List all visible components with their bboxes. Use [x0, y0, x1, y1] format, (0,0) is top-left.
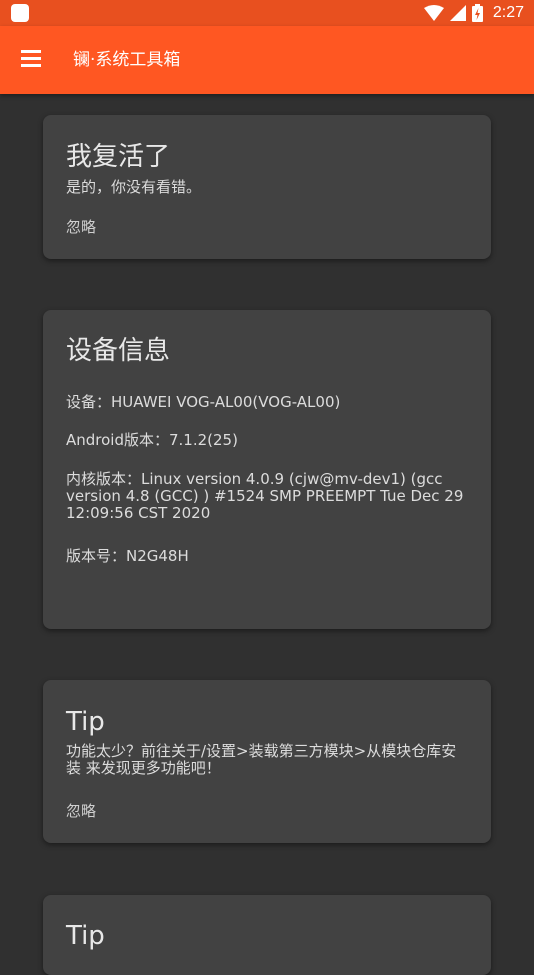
device-info-card: 设备信息 设备：HUAWEI VOG-AL00(VOG-AL00) Androi…: [43, 310, 491, 629]
build-number: 版本号：N2G48H: [66, 547, 189, 565]
revived-card: 我复活了 是的，你没有看错。 忽略: [43, 115, 491, 259]
app-title: 镧·系统工具箱: [73, 50, 181, 70]
device-model: 设备：HUAWEI VOG-AL00(VOG-AL00): [66, 393, 341, 411]
tip-card: Tip 功能太少？前往关于/设置>装载第三方模块>从模块仓库安装 来发现更多功能…: [43, 680, 491, 843]
battery-charging-icon: [471, 4, 483, 22]
android-version: Android版本：7.1.2(25): [66, 431, 238, 449]
card-title: 我复活了: [66, 142, 171, 172]
app-bar: 镧·系统工具箱: [0, 26, 534, 94]
hamburger-menu-icon[interactable]: [21, 50, 41, 68]
card-title: 设备信息: [66, 336, 171, 366]
tip-card-2: Tip: [43, 895, 491, 975]
wifi-icon: [423, 5, 444, 21]
card-title: Tip: [66, 921, 105, 951]
signal-icon: [449, 5, 466, 21]
card-text: 是的，你没有看错。: [66, 178, 202, 196]
status-bar: 2:27: [0, 0, 534, 26]
kernel-version: 内核版本：Linux version 4.0.9 (cjw@mv-dev1) (…: [66, 470, 464, 522]
card-title: Tip: [66, 707, 105, 737]
dismiss-button[interactable]: 忽略: [66, 217, 96, 237]
status-icons: 2:27: [423, 3, 524, 23]
notification-icon: [11, 4, 29, 22]
dismiss-button[interactable]: 忽略: [66, 801, 96, 821]
status-time: 2:27: [492, 4, 524, 21]
card-text: 功能太少？前往关于/设置>装载第三方模块>从模块仓库安装 来发现更多功能吧！: [66, 742, 457, 777]
